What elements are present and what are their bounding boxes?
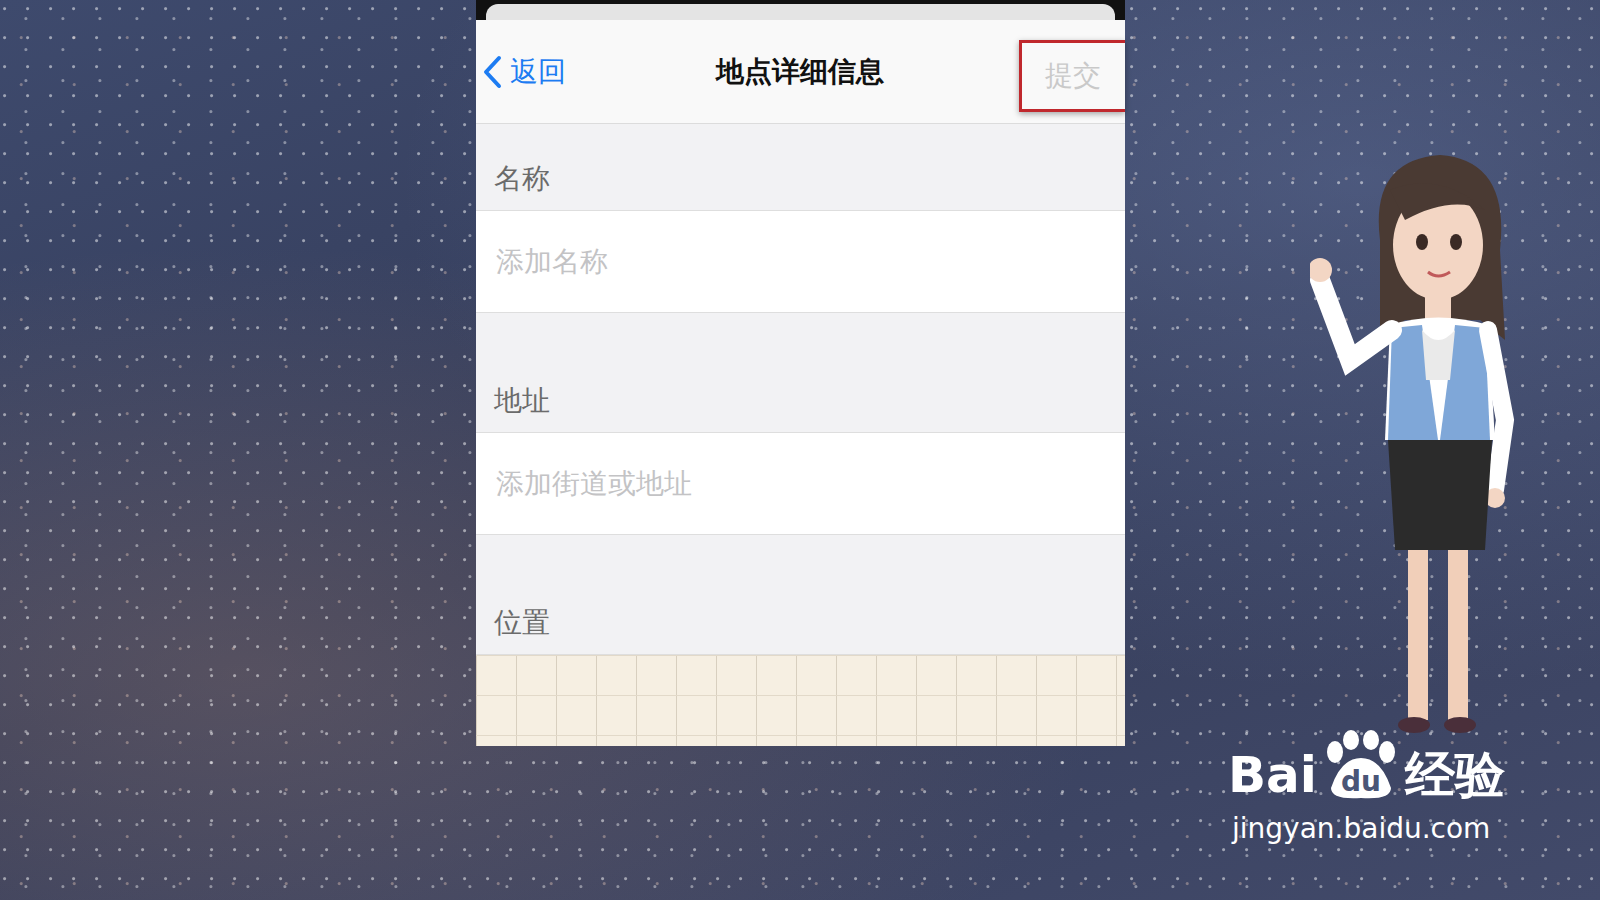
watermark-url: jingyan.baidu.com — [1228, 808, 1505, 850]
stage: 返回 地点详细信息 提交名称地址位置 Baidu经验 jingyan.baidu.co… — [0, 0, 1600, 900]
section-label: 位置 — [494, 602, 550, 644]
brand-paw-text: du — [1321, 768, 1401, 796]
watermark: Baidu经验 jingyan.baidu.com — [1228, 730, 1505, 850]
sheet-edge — [486, 4, 1115, 20]
page-title: 地点详细信息 — [716, 51, 884, 93]
paw-logo: du — [1321, 730, 1401, 800]
presenter-figure — [1310, 150, 1540, 750]
section-header: 位置 — [476, 535, 1125, 655]
woman-icon — [1310, 150, 1540, 750]
section-label: 名称 — [494, 158, 550, 200]
field-row — [476, 211, 1125, 313]
chevron-left-icon — [482, 55, 502, 89]
text-field[interactable] — [494, 240, 1107, 284]
brand-left: Bai — [1228, 750, 1317, 800]
submit-button: 提交 — [1019, 40, 1125, 112]
status-strip — [476, 0, 1125, 20]
back-label[interactable]: 返回 — [510, 51, 566, 93]
brand-right: 经验 — [1405, 750, 1505, 800]
canvas: 返回 地点详细信息 提交名称地址位置 — [0, 0, 1600, 746]
section-header: 地址 — [476, 313, 1125, 433]
location-map[interactable] — [476, 655, 1125, 746]
section-header: 名称 — [476, 124, 1125, 211]
nav-bar: 返回 地点详细信息 提交 — [476, 20, 1125, 124]
section-label: 地址 — [494, 380, 550, 422]
phone-screen: 返回 地点详细信息 提交名称地址位置 — [476, 0, 1125, 746]
submit-label: 提交 — [1045, 55, 1101, 97]
back-button[interactable]: 返回 — [476, 20, 566, 123]
field-row — [476, 433, 1125, 535]
watermark-brand: Baidu经验 — [1228, 730, 1505, 800]
text-field[interactable] — [494, 462, 1107, 506]
